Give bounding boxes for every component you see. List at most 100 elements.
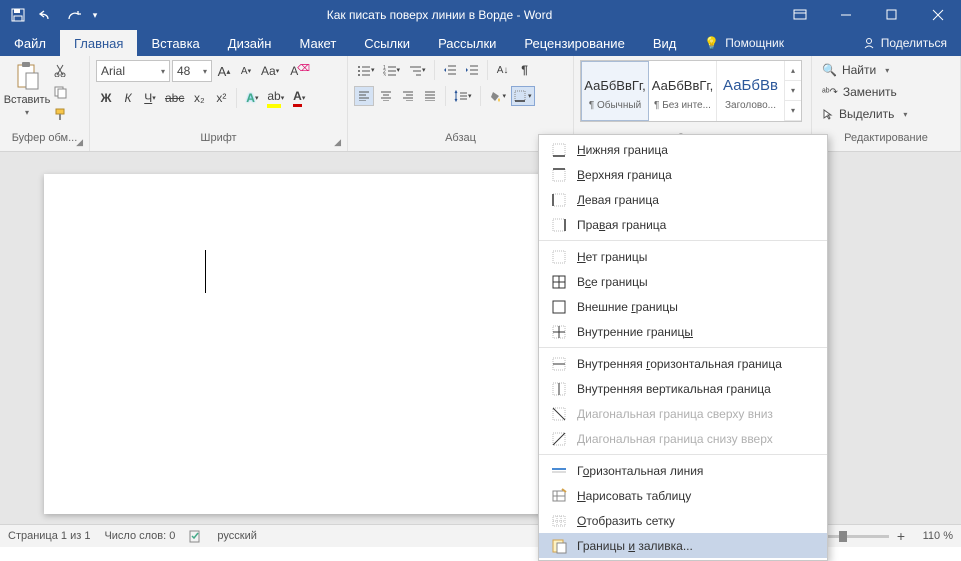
tab-file[interactable]: Файл xyxy=(0,30,60,56)
bullets-button[interactable]: ▾ xyxy=(354,60,378,80)
window-controls xyxy=(823,0,961,30)
font-name-combo[interactable]: Arial▾ xyxy=(96,60,170,82)
border-type-icon xyxy=(551,488,567,504)
menu-item-label: Внутренние границы xyxy=(577,325,693,339)
copy-button[interactable] xyxy=(50,82,70,102)
select-icon xyxy=(822,108,834,120)
zoom-level[interactable]: 110 % xyxy=(913,530,953,542)
undo-button[interactable] xyxy=(32,0,60,30)
text-effects-button[interactable]: A▾ xyxy=(242,88,262,108)
borders-menu-item[interactable]: Правая граница xyxy=(539,212,827,237)
subscript-button[interactable]: x₂ xyxy=(189,88,209,108)
borders-menu-item[interactable]: Нет границы xyxy=(539,244,827,269)
styles-more-button[interactable]: ▴▾▾ xyxy=(785,61,801,121)
decrease-indent-button[interactable] xyxy=(440,60,460,80)
format-painter-button[interactable] xyxy=(50,104,70,124)
group-font: Arial▾ 48▾ A▴ A▾ Aa▾ A⌫ Ж К Ч▾ abc x₂ x²… xyxy=(90,56,348,151)
font-dialog-launcher[interactable]: ◢ xyxy=(334,137,341,148)
borders-menu-item: Диагональная граница сверху вниз xyxy=(539,401,827,426)
tab-design[interactable]: Дизайн xyxy=(214,30,286,56)
font-color-button[interactable]: A▾ xyxy=(289,88,309,108)
superscript-button[interactable]: x² xyxy=(211,88,231,108)
show-marks-button[interactable]: ¶ xyxy=(515,60,535,80)
shading-button[interactable]: ▾ xyxy=(486,86,510,106)
document-page[interactable] xyxy=(44,174,564,514)
zoom-slider-thumb[interactable] xyxy=(839,531,847,542)
multilevel-list-button[interactable]: ▾ xyxy=(405,60,429,80)
borders-menu-item[interactable]: Внутренняя вертикальная граница xyxy=(539,376,827,401)
change-case-button[interactable]: Aa▾ xyxy=(258,61,282,81)
group-clipboard: Вставить ▾ Буфер обм...◢ xyxy=(0,56,90,151)
italic-button[interactable]: К xyxy=(118,88,138,108)
align-right-button[interactable] xyxy=(398,86,418,106)
language-indicator[interactable]: русский xyxy=(217,530,256,542)
tab-home[interactable]: Главная xyxy=(60,30,137,56)
borders-menu-item[interactable]: Границы и заливка... xyxy=(539,533,827,558)
highlight-button[interactable]: ab▾ xyxy=(264,88,287,108)
qat-customize-button[interactable]: ▾ xyxy=(88,0,102,30)
line-spacing-button[interactable]: ▾ xyxy=(451,86,475,106)
group-font-label: Шрифт◢ xyxy=(96,132,341,149)
cut-button[interactable] xyxy=(50,60,70,80)
ribbon-display-options-button[interactable] xyxy=(777,0,823,30)
tab-mailings[interactable]: Рассылки xyxy=(424,30,510,56)
borders-menu-item[interactable]: Внутренняя горизонтальная граница xyxy=(539,351,827,376)
borders-menu-item[interactable]: Левая граница xyxy=(539,187,827,212)
bold-button[interactable]: Ж xyxy=(96,88,116,108)
tell-me-button[interactable]: 💡 Помощник xyxy=(690,30,798,56)
select-button[interactable]: Выделить▾ xyxy=(818,104,911,124)
borders-menu-item[interactable]: Горизонтальная линия xyxy=(539,458,827,483)
borders-button[interactable]: ▾ xyxy=(511,86,535,106)
tab-references[interactable]: Ссылки xyxy=(350,30,424,56)
tab-insert[interactable]: Вставка xyxy=(137,30,213,56)
grow-font-button[interactable]: A▴ xyxy=(214,61,234,81)
maximize-button[interactable] xyxy=(869,0,915,30)
lightbulb-icon: 💡 xyxy=(704,36,719,50)
borders-menu-item[interactable]: Нижняя граница xyxy=(539,137,827,162)
borders-menu-item[interactable]: Отобразить сетку xyxy=(539,508,827,533)
clear-formatting-button[interactable]: A⌫ xyxy=(284,61,304,81)
font-size-combo[interactable]: 48▾ xyxy=(172,60,212,82)
style-no-spacing[interactable]: АаБбВвГг,¶ Без инте... xyxy=(649,61,717,121)
tab-view[interactable]: Вид xyxy=(639,30,691,56)
minimize-button[interactable] xyxy=(823,0,869,30)
justify-button[interactable] xyxy=(420,86,440,106)
shrink-font-button[interactable]: A▾ xyxy=(236,61,256,81)
border-type-icon xyxy=(551,356,567,372)
borders-menu-item[interactable]: Все границы xyxy=(539,269,827,294)
align-center-button[interactable] xyxy=(376,86,396,106)
redo-button[interactable] xyxy=(60,0,88,30)
styles-gallery[interactable]: АаБбВвГг,¶ Обычный АаБбВвГг,¶ Без инте..… xyxy=(580,60,802,122)
word-count[interactable]: Число слов: 0 xyxy=(104,530,175,542)
strikethrough-button[interactable]: abc xyxy=(162,88,187,108)
paste-button[interactable]: Вставить ▾ xyxy=(6,60,48,117)
menu-item-label: Нижняя граница xyxy=(577,143,668,157)
paste-label: Вставить xyxy=(4,94,51,106)
zoom-in-button[interactable]: + xyxy=(897,528,905,544)
tab-layout[interactable]: Макет xyxy=(285,30,350,56)
sort-button[interactable]: A↓ xyxy=(493,60,513,80)
underline-button[interactable]: Ч▾ xyxy=(140,88,160,108)
find-button[interactable]: 🔍Найти▾ xyxy=(818,60,911,80)
spell-check-button[interactable] xyxy=(189,529,203,543)
numbering-button[interactable]: 123▾ xyxy=(380,60,404,80)
borders-menu-item[interactable]: Верхняя граница xyxy=(539,162,827,187)
save-button[interactable] xyxy=(4,0,32,30)
borders-menu-item[interactable]: Внешние границы xyxy=(539,294,827,319)
close-button[interactable] xyxy=(915,0,961,30)
increase-indent-button[interactable] xyxy=(462,60,482,80)
replace-button[interactable]: ᵃᵇ↷Заменить xyxy=(818,82,911,102)
clipboard-dialog-launcher[interactable]: ◢ xyxy=(76,137,83,148)
style-heading-1[interactable]: АаБбВвЗаголово... xyxy=(717,61,785,121)
share-button[interactable]: Поделиться xyxy=(849,30,961,56)
menu-item-label: Внутренняя вертикальная граница xyxy=(577,382,771,396)
border-type-icon xyxy=(551,192,567,208)
borders-menu-item[interactable]: Нарисовать таблицу xyxy=(539,483,827,508)
tab-review[interactable]: Рецензирование xyxy=(510,30,638,56)
align-left-button[interactable] xyxy=(354,86,374,106)
style-normal[interactable]: АаБбВвГг,¶ Обычный xyxy=(581,61,649,121)
borders-menu-item[interactable]: Внутренние границы xyxy=(539,319,827,344)
find-icon: 🔍 xyxy=(822,63,837,77)
page-indicator[interactable]: Страница 1 из 1 xyxy=(8,530,90,542)
text-cursor xyxy=(205,250,206,293)
